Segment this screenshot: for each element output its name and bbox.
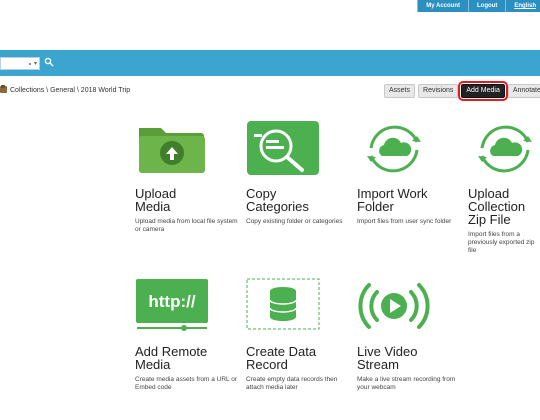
logout-link[interactable]: Logout (468, 0, 505, 12)
search-input[interactable]: ▾ (0, 57, 40, 70)
live-stream-icon (358, 283, 430, 329)
tile-title: Upload Collection Zip File (468, 186, 526, 227)
breadcrumb[interactable]: Collections \ General \ 2018 World Trip (10, 87, 130, 94)
live-video-stream-tile[interactable]: Live Video Stream Make a live stream rec… (357, 278, 461, 392)
tile-title: Add Remote Media (135, 344, 208, 372)
create-data-record-tile[interactable]: Create Data Record Create empty data rec… (246, 278, 350, 392)
tile-description: Upload media from local file system or c… (135, 218, 238, 233)
cloud-sync-icon (367, 125, 421, 173)
copy-categories-icon (247, 121, 319, 175)
chevron-down-icon[interactable]: ▾ (34, 61, 37, 67)
tab-add-media[interactable]: Add Media (458, 81, 508, 101)
language-link[interactable]: English (505, 0, 540, 12)
tile-description: Create media assets from a URL or Embed … (135, 376, 237, 391)
svg-text:http://: http:// (148, 292, 195, 311)
copy-categories-tile[interactable]: Copy Categories Copy existing folder or … (246, 120, 350, 226)
toolbar-row: Collections \ General \ 2018 World Trip … (0, 81, 540, 101)
upload-media-tile[interactable]: Upload Media Upload media from local fil… (135, 120, 239, 234)
header-band: ▾ (0, 50, 540, 76)
upload-folder-icon (139, 128, 205, 173)
tile-description: Copy existing folder or categories (246, 218, 343, 225)
tile-description: Create empty data records then attach me… (246, 376, 338, 391)
tile-title: Import Work Folder (357, 186, 428, 214)
collection-folder-icon (0, 85, 7, 93)
account-nav: My Account Logout English (417, 0, 540, 12)
http-link-icon: http:// (136, 279, 208, 331)
tile-description: Make a live stream recording from your w… (357, 376, 456, 391)
database-icon (246, 278, 320, 330)
clear-dot-icon (29, 63, 31, 65)
import-work-folder-tile[interactable]: Import Work Folder Import files from use… (357, 120, 461, 226)
upload-collection-zip-tile[interactable]: Upload Collection Zip File Import files … (468, 120, 540, 255)
tile-title: Upload Media (135, 186, 177, 214)
tab-assets[interactable]: Assets (384, 84, 416, 98)
add-remote-media-tile[interactable]: http:// Add Remote Media Create media as… (135, 278, 239, 392)
tile-title: Create Data Record (246, 344, 317, 372)
tile-description: Import files from a previously exported … (468, 231, 535, 254)
tab-revisions[interactable]: Revisions (418, 84, 459, 98)
tab-annotate[interactable]: Annotate (507, 84, 540, 98)
add-media-page: My Account Logout English ▾ Collections … (0, 0, 540, 420)
my-account-link[interactable]: My Account (417, 0, 468, 12)
search-icon[interactable] (44, 57, 54, 67)
cloud-sync-icon (478, 125, 532, 173)
tile-description: Import files from user sync folder (357, 218, 452, 225)
tile-title: Copy Categories (246, 186, 309, 214)
tile-title: Live Video Stream (357, 344, 418, 372)
view-tabs: Assets Revisions Add Media Annotate (384, 81, 540, 101)
